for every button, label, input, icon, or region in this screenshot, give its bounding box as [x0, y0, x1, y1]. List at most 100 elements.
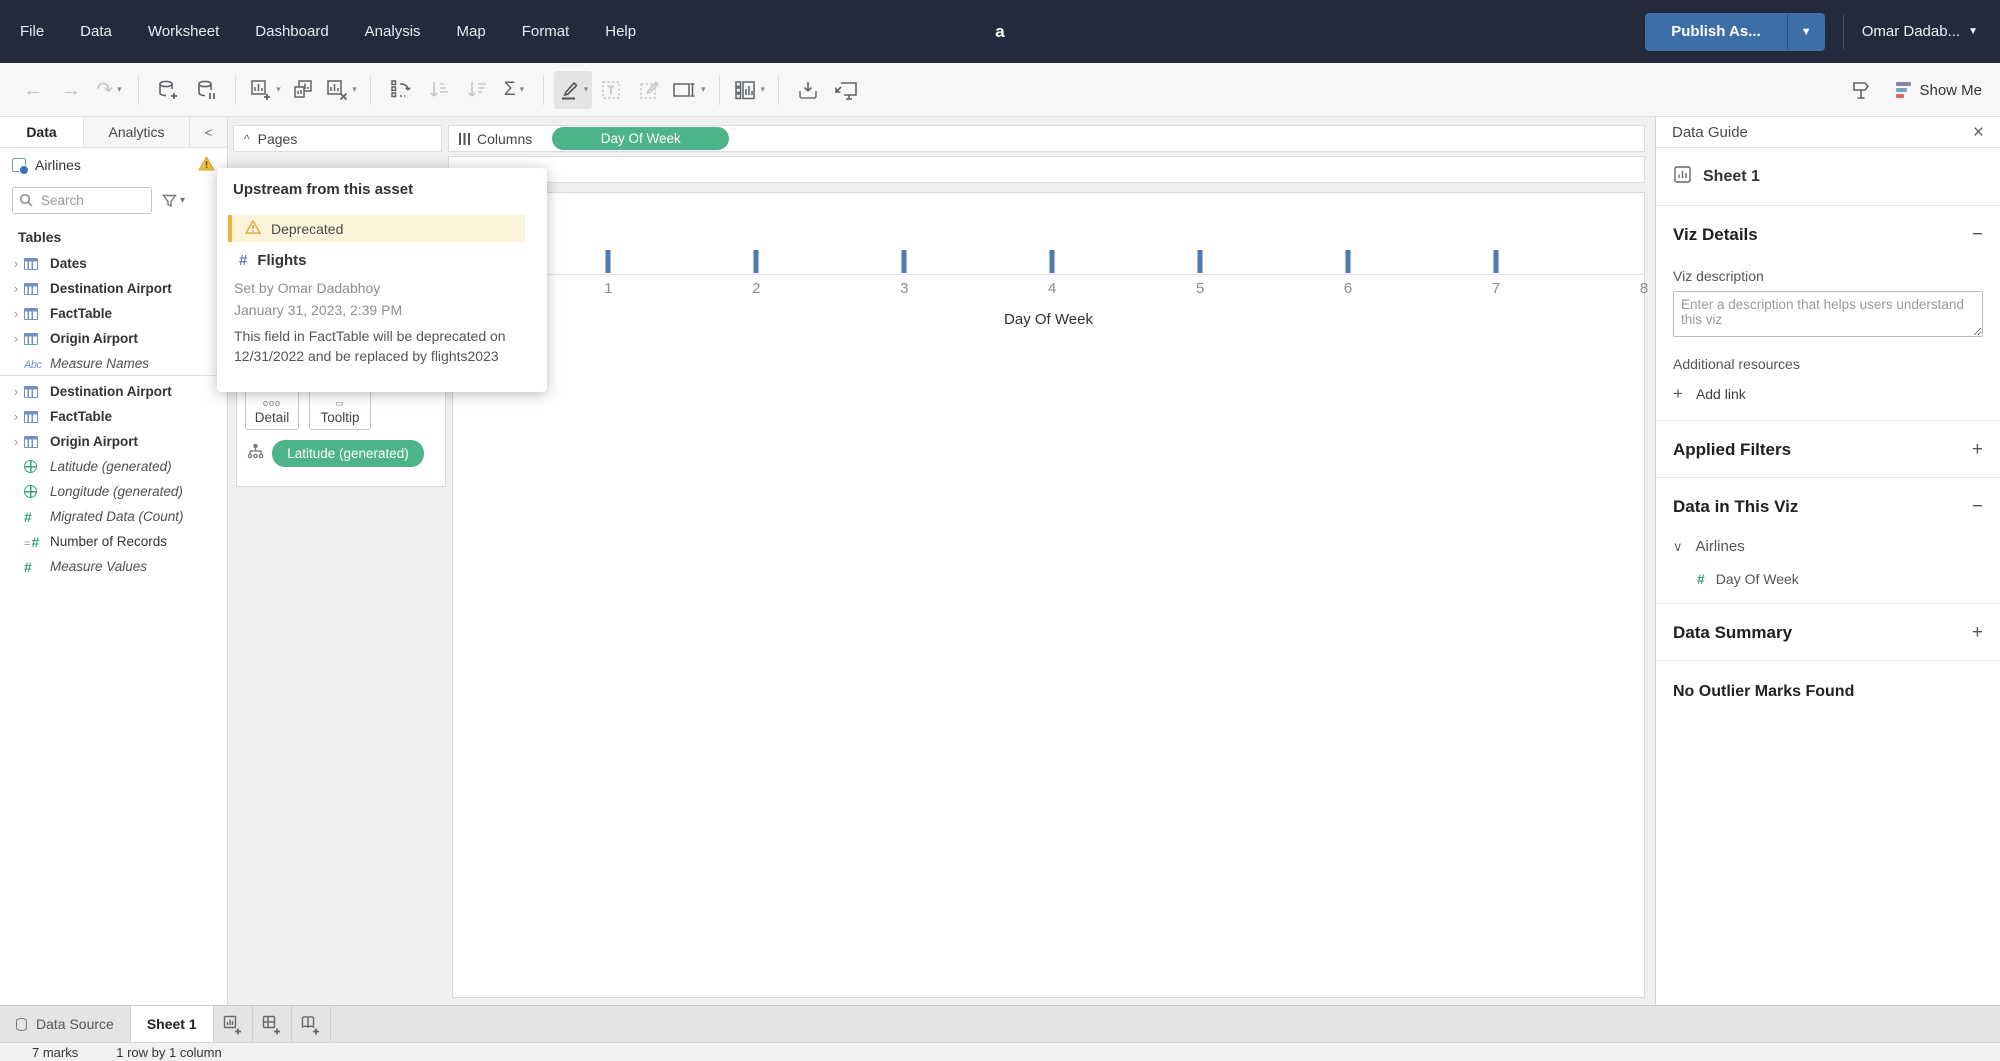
- menu-item[interactable]: Analysis: [365, 23, 421, 40]
- totals-icon[interactable]: Σ▾: [495, 71, 533, 109]
- field-row[interactable]: Longitude (generated): [0, 479, 227, 504]
- menu-item[interactable]: Data: [80, 23, 112, 40]
- field-row[interactable]: Measure Names: [0, 351, 227, 376]
- field-row[interactable]: Migrated Data (Count): [0, 504, 227, 529]
- collapse-pane-icon[interactable]: <: [190, 117, 227, 147]
- show-me-label: Show Me: [1919, 82, 1982, 99]
- gantt-tick-mark[interactable]: [606, 250, 611, 273]
- expand-chevron-icon[interactable]: ›: [8, 384, 24, 399]
- columns-shelf[interactable]: Columns Day Of Week: [448, 125, 1645, 152]
- user-account-menu[interactable]: Omar Dadab... ▼: [1862, 23, 1978, 40]
- menu-item[interactable]: Format: [522, 23, 570, 40]
- collapse-chevron-icon[interactable]: ^: [244, 132, 250, 146]
- menu-item[interactable]: File: [20, 23, 44, 40]
- gantt-tick-mark[interactable]: [1346, 250, 1351, 273]
- add-link-button[interactable]: + Add link: [1673, 384, 1983, 404]
- field-label: FactTable: [50, 409, 112, 424]
- expand-chevron-icon[interactable]: ›: [8, 434, 24, 449]
- show-mark-labels-icon[interactable]: [592, 71, 630, 109]
- field-row[interactable]: Number of Records: [0, 529, 227, 554]
- menu-item[interactable]: Map: [457, 23, 486, 40]
- expand-chevron-icon[interactable]: ›: [8, 281, 24, 296]
- swap-rows-columns-icon[interactable]: [381, 71, 419, 109]
- expand-chevron-icon[interactable]: ›: [8, 331, 24, 346]
- publish-as-button[interactable]: Publish As...: [1645, 13, 1786, 51]
- search-icon: [19, 193, 33, 212]
- viz-canvas[interactable]: 12345678 Day Of Week: [452, 192, 1645, 998]
- fit-selector[interactable]: ▾: [668, 71, 709, 109]
- new-datasource-icon[interactable]: [149, 71, 187, 109]
- rows-shelf[interactable]: [448, 156, 1645, 183]
- gantt-tick-mark[interactable]: [1050, 250, 1055, 273]
- applied-filters-section-header[interactable]: Applied Filters+: [1673, 439, 1983, 461]
- marks-pill-latitude[interactable]: Latitude (generated): [272, 440, 424, 467]
- field-label: Number of Records: [50, 534, 167, 549]
- gantt-tick-mark[interactable]: [754, 250, 759, 273]
- field-row[interactable]: › FactTable: [0, 301, 227, 326]
- warning-icon[interactable]: [198, 156, 215, 174]
- show-me-button[interactable]: Show Me: [1896, 82, 1982, 99]
- tab-analytics[interactable]: Analytics: [84, 117, 190, 147]
- columns-pill-day-of-week[interactable]: Day Of Week: [552, 127, 729, 150]
- filter-fields-icon[interactable]: ▾: [162, 194, 185, 208]
- axis-tick-label: 3: [900, 280, 908, 297]
- field-row[interactable]: › Destination Airport: [0, 379, 227, 404]
- datasource-row[interactable]: Airlines: [0, 148, 227, 182]
- menu-item[interactable]: Worksheet: [148, 23, 219, 40]
- sort-descending-icon[interactable]: [457, 71, 495, 109]
- tab-sheet-1[interactable]: Sheet 1: [131, 1006, 214, 1042]
- new-story-button[interactable]: [292, 1006, 331, 1042]
- menu-item[interactable]: Dashboard: [255, 23, 328, 40]
- field-row[interactable]: › Origin Airport: [0, 326, 227, 351]
- field-row[interactable]: Measure Values: [0, 554, 227, 579]
- search-input[interactable]: [12, 187, 152, 214]
- undo-button[interactable]: ←: [14, 71, 52, 109]
- viz-description-input[interactable]: [1673, 291, 1983, 337]
- new-dashboard-button[interactable]: [253, 1006, 292, 1042]
- viz-details-section-header[interactable]: Viz Details−: [1673, 224, 1983, 246]
- gantt-tick-mark[interactable]: [1198, 250, 1203, 273]
- expand-chevron-icon[interactable]: ›: [8, 409, 24, 424]
- publish-dropdown-button[interactable]: ▼: [1787, 13, 1825, 51]
- data-in-viz-datasource[interactable]: ∨ Airlines: [1673, 538, 1983, 555]
- close-icon[interactable]: ×: [1973, 123, 1984, 142]
- pause-auto-updates-icon[interactable]: [187, 71, 225, 109]
- redo-button[interactable]: →: [52, 71, 90, 109]
- plus-icon: +: [1673, 384, 1683, 404]
- x-axis-title[interactable]: Day Of Week: [453, 311, 1644, 328]
- new-worksheet-button[interactable]: [214, 1006, 253, 1042]
- show-hide-cards-icon[interactable]: ▾: [730, 71, 769, 109]
- collapse-icon[interactable]: −: [1972, 496, 1983, 518]
- highlight-icon[interactable]: ▾: [554, 71, 592, 109]
- sort-ascending-icon[interactable]: [419, 71, 457, 109]
- gantt-tick-mark[interactable]: [1494, 250, 1499, 273]
- collapse-icon[interactable]: −: [1972, 224, 1983, 246]
- menu-item[interactable]: Help: [605, 23, 636, 40]
- axis-tick-label: 1: [604, 280, 612, 297]
- expand-chevron-icon[interactable]: ›: [8, 306, 24, 321]
- field-row[interactable]: › Origin Airport: [0, 429, 227, 454]
- download-icon[interactable]: [789, 71, 827, 109]
- edit-annotation-icon[interactable]: [630, 71, 668, 109]
- field-row[interactable]: › Destination Airport: [0, 276, 227, 301]
- field-label: Destination Airport: [50, 281, 172, 296]
- field-row[interactable]: Latitude (generated): [0, 454, 227, 479]
- tab-data[interactable]: Data: [0, 117, 84, 147]
- pages-card[interactable]: ^ Pages: [233, 125, 442, 152]
- clear-sheet-icon[interactable]: ▾: [322, 71, 360, 109]
- data-in-viz-section-header[interactable]: Data in This Viz−: [1673, 496, 1983, 518]
- presentation-mode-icon[interactable]: [827, 71, 865, 109]
- tab-data-source[interactable]: Data Source: [0, 1006, 131, 1042]
- duplicate-sheet-icon[interactable]: [284, 71, 322, 109]
- data-in-viz-field[interactable]: Day Of Week: [1697, 571, 1983, 587]
- replay-button[interactable]: ↷▾: [90, 71, 128, 109]
- data-guide-toggle-icon[interactable]: [1842, 71, 1880, 109]
- gantt-tick-mark[interactable]: [902, 250, 907, 273]
- expand-icon[interactable]: +: [1972, 622, 1983, 644]
- expand-icon[interactable]: +: [1972, 439, 1983, 461]
- field-row[interactable]: › FactTable: [0, 404, 227, 429]
- new-worksheet-icon[interactable]: ▾: [246, 71, 284, 109]
- data-summary-section-header[interactable]: Data Summary+: [1673, 622, 1983, 644]
- expand-chevron-icon[interactable]: ›: [8, 256, 24, 271]
- field-row[interactable]: › Dates: [0, 251, 227, 276]
